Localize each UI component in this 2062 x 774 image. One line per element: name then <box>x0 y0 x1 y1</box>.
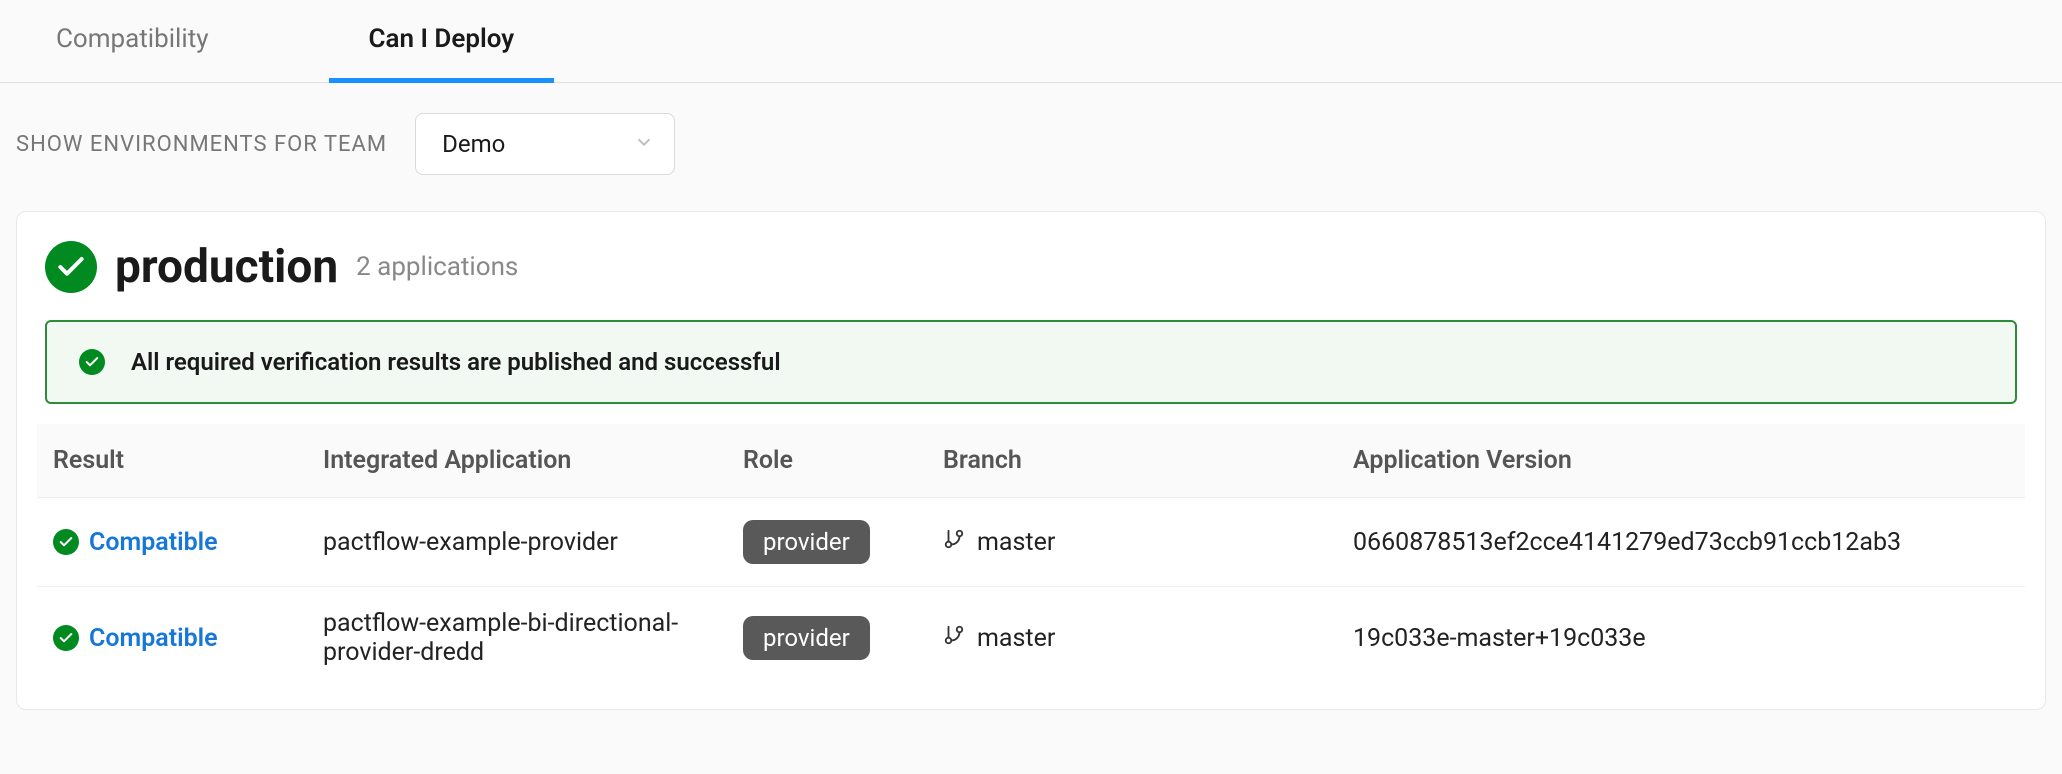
tab-can-i-deploy[interactable]: Can I Deploy <box>329 0 555 83</box>
environment-header: production 2 applications <box>37 232 2025 312</box>
check-circle-icon <box>79 349 105 375</box>
col-header-role[interactable]: Role <box>727 424 927 498</box>
environment-subtitle: 2 applications <box>356 252 518 282</box>
application-cell: pactflow-example-provider <box>307 498 727 587</box>
git-branch-icon <box>943 528 965 557</box>
git-branch-icon <box>943 624 965 653</box>
filter-row: SHOW ENVIRONMENTS FOR TEAM Demo <box>0 83 2062 195</box>
environment-name: production <box>115 240 338 294</box>
version-cell: 19c033e-master+19c033e <box>1337 587 2025 690</box>
version-cell: 0660878513ef2cce4141279ed73ccb91ccb12ab3 <box>1337 498 2025 587</box>
team-select-value: Demo <box>415 113 675 175</box>
filter-label: SHOW ENVIRONMENTS FOR TEAM <box>16 132 387 157</box>
col-header-branch[interactable]: Branch <box>927 424 1337 498</box>
branch-name: master <box>977 624 1055 653</box>
check-circle-icon <box>45 241 97 293</box>
col-header-result[interactable]: Result <box>37 424 307 498</box>
team-select[interactable]: Demo <box>415 113 675 175</box>
role-badge: provider <box>743 520 870 564</box>
check-circle-icon <box>53 529 79 555</box>
results-table: Result Integrated Application Role Branc… <box>37 424 2025 689</box>
branch-name: master <box>977 528 1055 557</box>
success-alert: All required verification results are pu… <box>45 320 2017 404</box>
check-circle-icon <box>53 625 79 651</box>
table-row: Compatible pactflow-example-provider pro… <box>37 498 2025 587</box>
result-link[interactable]: Compatible <box>89 528 218 557</box>
result-link[interactable]: Compatible <box>89 624 218 653</box>
alert-message: All required verification results are pu… <box>131 348 781 376</box>
tab-bar: Compatibility Can I Deploy <box>0 0 2062 83</box>
role-badge: provider <box>743 616 870 660</box>
application-cell: pactflow-example-bi-directional-provider… <box>307 587 727 690</box>
col-header-version[interactable]: Application Version <box>1337 424 2025 498</box>
tab-compatibility[interactable]: Compatibility <box>16 0 249 83</box>
col-header-application[interactable]: Integrated Application <box>307 424 727 498</box>
table-row: Compatible pactflow-example-bi-direction… <box>37 587 2025 690</box>
environment-panel: production 2 applications All required v… <box>16 211 2046 710</box>
